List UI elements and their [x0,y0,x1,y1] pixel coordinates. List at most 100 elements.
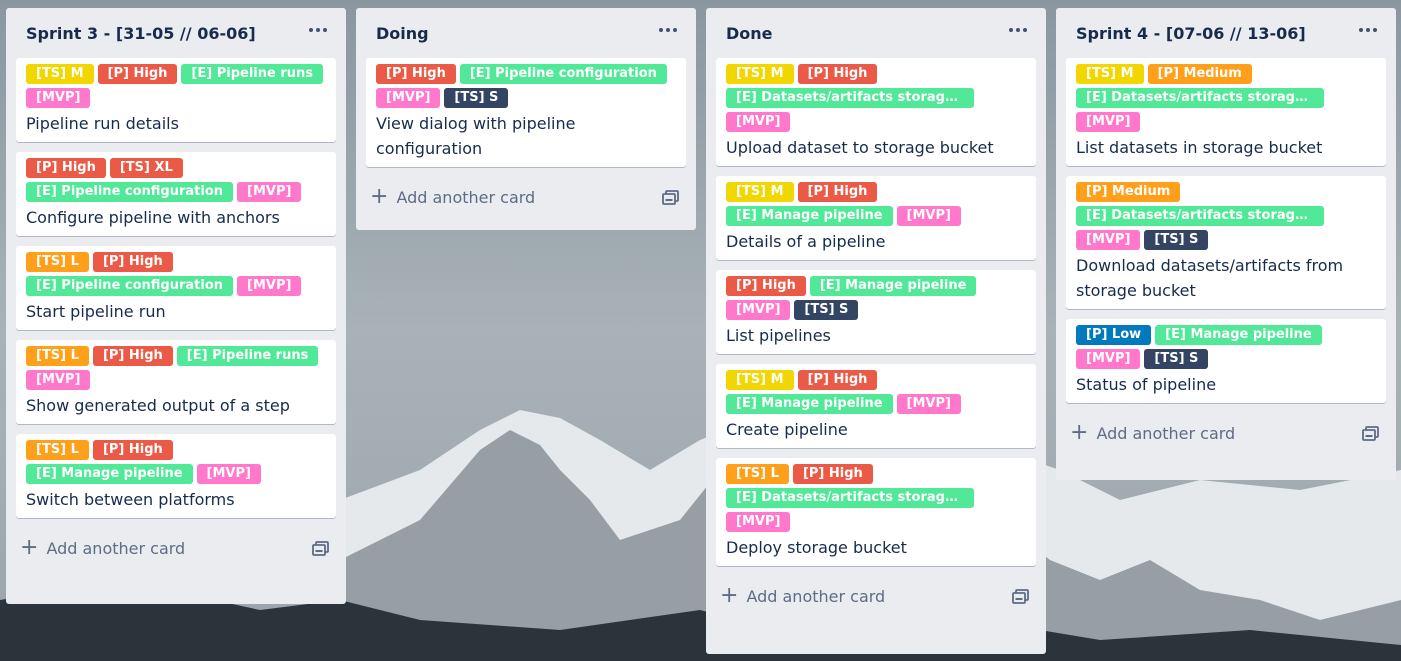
card-label[interactable]: [E] Manage pipeline [726,206,893,226]
card[interactable]: [TS] L [P] High [E] Manage pipeline [MVP] Sw… [16,434,336,518]
card-label[interactable]: [TS] M [1076,64,1144,84]
card-label[interactable]: [MVP] [196,464,261,484]
card-label[interactable]: [P] High [376,64,456,84]
card-label[interactable]: [TS] S [444,88,509,108]
card-label[interactable]: [E] Manage pipeline [26,464,193,484]
card-label[interactable]: [MVP] [1076,112,1141,132]
card-template-icon[interactable] [662,189,680,205]
card-label[interactable]: [P] Medium [1147,64,1252,84]
plus-icon: + [370,184,389,209]
card[interactable]: [P] High [E] Pipeline configuration [MVP][… [366,58,686,167]
card[interactable]: [P] Medium [E] Datasets/artifacts storage… [1066,176,1386,309]
card-labels: [TS] L [P] High [E] Pipeline runs [MVP] [26,346,326,390]
card[interactable]: [TS] M [P] Medium [E] Datasets/artifacts s… [1066,58,1386,166]
card-label[interactable]: [P] High [797,64,878,84]
card-label[interactable]: [P] Medium [1076,182,1181,202]
card[interactable]: [P] High [TS] XL [E] Pipeline configuratio… [16,152,336,236]
horizontal-dots-icon[interactable] [1006,18,1030,42]
plus-icon: + [20,535,39,560]
card-label[interactable]: [P] High [797,182,878,202]
card-label[interactable]: [P] Low [1076,325,1152,345]
card-label[interactable]: [P] High [92,440,173,460]
card-label[interactable]: [MVP] [896,206,961,226]
card-label[interactable]: [MVP] [26,370,91,390]
card-label[interactable]: [E] Manage pipeline [726,394,893,414]
card-template-icon[interactable] [1362,425,1380,441]
add-card-button[interactable]: + Add another card [1066,413,1235,453]
card-title: List pipelines [726,326,831,345]
card-label[interactable]: [E] Datasets/artifacts storage bu... [726,488,974,508]
card-label[interactable]: [MVP] [1076,230,1141,250]
list-title[interactable]: Done [726,24,773,43]
horizontal-dots-icon[interactable] [306,18,330,42]
card-template-icon[interactable] [1012,588,1030,604]
list-header: Doing [366,8,686,58]
card-label[interactable]: [TS] S [1144,230,1209,250]
card[interactable]: [TS] M [P] High [E] Manage pipeline [MVP] De… [716,176,1036,260]
card-label[interactable]: [P] High [726,276,806,296]
card-label[interactable]: [P] High [26,158,106,178]
card[interactable]: [TS] M [P] High [E] Manage pipeline [MVP] Cr… [716,364,1036,448]
card-label[interactable]: [P] High [97,64,178,84]
list-title[interactable]: Sprint 3 - [31-05 // 06-06] [26,24,256,43]
card-label[interactable]: [E] Datasets/artifacts storage bu... [1076,88,1324,108]
card-label[interactable]: [MVP] [896,394,961,414]
card-label[interactable]: [TS] M [26,64,94,84]
add-card-button[interactable]: + Add another card [16,528,185,568]
card-label[interactable]: [E] Pipeline runs [176,346,319,366]
card-label[interactable]: [E] Manage pipeline [809,276,977,296]
list-title[interactable]: Sprint 4 - [07-06 // 13-06] [1076,24,1306,43]
card-label[interactable]: [MVP] [376,88,441,108]
horizontal-dots-icon[interactable] [656,18,680,42]
card-label[interactable]: [MVP] [726,300,791,320]
horizontal-dots-icon[interactable] [1356,18,1380,42]
card-label[interactable]: [MVP] [26,88,91,108]
card-label[interactable]: [TS] S [794,300,859,320]
card-label[interactable]: [TS] M [726,64,794,84]
card-label[interactable]: [TS] XL [109,158,183,178]
card[interactable]: [TS] M [P] High [E] Datasets/artifacts sto… [716,58,1036,166]
card-label[interactable]: [E] Manage pipeline [1155,325,1322,345]
card-label[interactable]: [MVP] [1076,349,1141,369]
card[interactable]: [TS] M [P] High [E] Pipeline runs [MVP] Pipe… [16,58,336,142]
card-label[interactable]: [P] High [792,464,873,484]
list-sprint-3: Sprint 3 - [31-05 // 06-06] [TS] M [P] Hi… [6,8,346,604]
card-label[interactable]: [TS] M [726,370,794,390]
plus-icon: + [1070,420,1089,445]
card-label[interactable]: [E] Datasets/artifacts storage bu... [726,88,974,108]
card-label[interactable]: [E] Datasets/artifacts storage bu... [1076,206,1324,226]
card-label[interactable]: [TS] L [26,346,89,366]
card[interactable]: [TS] L [P] High [E] Pipeline runs [MVP] Show… [16,340,336,424]
card-label[interactable]: [P] High [92,252,173,272]
card-label[interactable]: [P] High [797,370,878,390]
card-label[interactable]: [P] High [92,346,173,366]
add-card-label: Add another card [746,586,886,606]
card[interactable]: [TS] L [P] High [E] Datasets/artifacts sto… [716,458,1036,566]
card-label[interactable]: [MVP] [237,276,302,296]
card-label[interactable]: [TS] M [726,182,794,202]
list-header: Sprint 3 - [31-05 // 06-06] [16,8,336,58]
card-label[interactable]: [E] Pipeline runs [181,64,323,84]
card-label[interactable]: [TS] S [1144,349,1209,369]
board: Sprint 3 - [31-05 // 06-06] [TS] M [P] Hi… [0,0,1401,661]
card-label[interactable]: [MVP] [237,182,302,202]
card-label[interactable]: [MVP] [726,112,791,132]
card-label[interactable]: [MVP] [726,512,791,532]
add-card-button[interactable]: + Add another card [716,576,885,616]
card-label[interactable]: [TS] L [726,464,789,484]
list-title[interactable]: Doing [376,24,429,43]
card-label[interactable]: [E] Pipeline configuration [26,276,234,296]
card[interactable]: [TS] L [P] High [E] Pipeline configuration… [16,246,336,330]
card-label[interactable]: [E] Pipeline configuration [459,64,667,84]
card-label[interactable]: [E] Pipeline configuration [26,182,234,202]
add-card-button[interactable]: + Add another card [366,177,535,217]
list-sprint-4: Sprint 4 - [07-06 // 13-06] [TS] M [P] Me… [1056,8,1396,480]
card-label[interactable]: [TS] L [26,440,89,460]
card-labels: [TS] M [P] High [E] Datasets/artifacts sto… [726,64,1026,132]
card-label[interactable]: [TS] L [26,252,89,272]
add-card-row: + Add another card [16,528,336,568]
card-title: Create pipeline [726,420,848,439]
card-template-icon[interactable] [312,540,330,556]
card[interactable]: [P] Low [E] Manage pipeline [MVP] [TS] S Sta… [1066,319,1386,403]
card[interactable]: [P] High [E] Manage pipeline [MVP] [TS] S Li… [716,270,1036,354]
